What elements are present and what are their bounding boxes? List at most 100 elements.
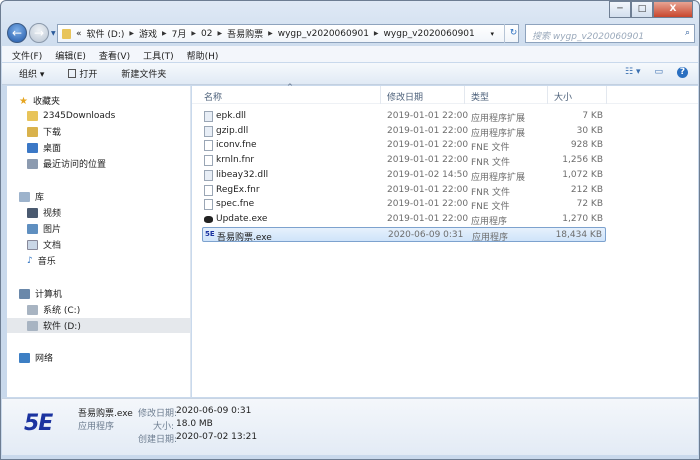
column-size[interactable]: 大小 — [554, 90, 572, 103]
details-created: 2020-07-02 13:21 — [176, 432, 258, 442]
nav-favorites[interactable]: ★ 收藏夹 — [19, 93, 60, 108]
help-button[interactable]: ? — [677, 67, 688, 78]
details-size-label: 大小: — [153, 422, 175, 432]
file-size: 1,072 KB — [562, 169, 603, 180]
file-list: 名称 ^ 修改日期 类型 大小 epk.dll 2019-01-01 22:00 应… — [192, 83, 698, 397]
new-folder-button[interactable]: 新建文件夹 — [121, 67, 166, 80]
file-name: libeay32.dll — [216, 169, 269, 180]
menu-edit[interactable]: 编辑(E) — [55, 49, 86, 62]
update-app-icon — [204, 215, 213, 223]
file-date: 2019-01-01 22:00 — [387, 125, 469, 136]
nav-item-videos[interactable]: 视频 — [27, 205, 61, 220]
open-icon — [68, 69, 77, 78]
file-row[interactable]: 5E 吾易购票.exe 2020-06-09 0:31 应用程序 18,434 KB — [202, 226, 606, 243]
file-name: gzip.dll — [216, 125, 249, 136]
column-type[interactable]: 类型 — [471, 90, 489, 103]
file-name: krnln.fnr — [216, 155, 255, 166]
nav-libraries[interactable]: 库 — [19, 189, 44, 204]
app-logo-icon: 5E — [24, 411, 53, 436]
forward-button[interactable]: → — [29, 23, 49, 43]
details-created-label: 创建日期: — [138, 435, 178, 445]
maximize-button[interactable]: □ — [631, 1, 653, 18]
column-name[interactable]: 名称 — [204, 90, 222, 103]
network-icon — [19, 352, 30, 363]
menu-help[interactable]: 帮助(H) — [187, 49, 219, 62]
file-row[interactable]: epk.dll 2019-01-01 22:00 应用程序扩展 7 KB — [202, 109, 606, 124]
nav-item-music[interactable]: ♪ 音乐 — [27, 253, 56, 268]
menu-view[interactable]: 查看(V) — [99, 49, 130, 62]
file-row[interactable]: Update.exe 2019-01-01 22:00 应用程序 1,270 KB — [202, 212, 606, 227]
menu-tools[interactable]: 工具(T) — [143, 49, 174, 62]
menu-file[interactable]: 文件(F) — [12, 49, 42, 62]
music-icon: ♪ — [27, 255, 33, 266]
back-button[interactable]: ← — [7, 23, 27, 43]
nav-label: 视频 — [43, 209, 62, 219]
chevron-right-icon[interactable]: ▶ — [191, 30, 196, 37]
minimize-button[interactable]: ─ — [609, 1, 631, 18]
change-view-button[interactable]: ☷ ▾ — [625, 67, 640, 78]
nav-item-documents[interactable]: 文档 — [27, 237, 61, 252]
star-icon: ★ — [19, 95, 28, 107]
file-name: RegEx.fnr — [216, 184, 260, 195]
file-row[interactable]: krnln.fnr 2019-01-01 22:00 FNR 文件 1,256 KB — [202, 153, 606, 168]
file-row[interactable]: gzip.dll 2019-01-01 22:00 应用程序扩展 30 KB — [202, 124, 606, 139]
address-bar[interactable]: « 软件 (D:) ▶ 游戏 ▶ 7月 ▶ 02 ▶ 吾易购票 ▶ wygp_v20200… — [57, 24, 519, 43]
nav-item-downloads[interactable]: 下载 — [27, 124, 61, 139]
breadcrumb-4[interactable]: 吾易购票 — [227, 27, 263, 40]
file-date: 2019-01-01 22:00 — [387, 155, 469, 166]
details-size: 18.0 MB — [176, 419, 213, 429]
recent-pages-dropdown[interactable]: ▼ — [51, 30, 56, 37]
folder-icon — [27, 110, 38, 121]
file-size: 72 KB — [576, 199, 603, 210]
file-size: 1,270 KB — [562, 213, 603, 224]
recent-places-icon — [27, 158, 38, 169]
computer-icon — [19, 288, 30, 299]
organize-button[interactable]: 组织 ▾ — [19, 67, 44, 80]
breadcrumb-2[interactable]: 7月 — [172, 27, 187, 40]
nav-item-drive-c[interactable]: 系统 (C:) — [27, 302, 80, 317]
documents-icon — [27, 239, 38, 250]
breadcrumb-1[interactable]: 游戏 — [139, 27, 157, 40]
sort-arrow-icon: ^ — [287, 83, 293, 91]
nav-item-desktop[interactable]: 桌面 — [27, 140, 61, 155]
file-type: 应用程序扩展 — [471, 172, 526, 183]
refresh-button[interactable]: ↻ — [504, 24, 522, 43]
dll-file-icon — [204, 125, 213, 137]
file-row[interactable]: libeay32.dll 2019-01-02 14:50 应用程序扩展 1,072 … — [202, 168, 606, 183]
breadcrumb-3[interactable]: 02 — [201, 29, 212, 39]
file-date: 2019-01-01 22:00 — [387, 184, 469, 195]
nav-item-2345downloads[interactable]: 2345Downloads — [27, 108, 115, 123]
nav-computer[interactable]: 计算机 — [19, 286, 62, 301]
chevron-right-icon[interactable]: ▶ — [129, 30, 134, 37]
nav-label: 计算机 — [35, 290, 63, 300]
nav-label: 收藏夹 — [32, 97, 60, 107]
file-name: iconv.fne — [216, 140, 257, 151]
chevron-right-icon[interactable]: ▶ — [374, 30, 379, 37]
breadcrumb-5[interactable]: wygp_v2020060901 — [278, 29, 369, 39]
search-input[interactable]: 搜索 wygp_v2020060901 ⌕ — [525, 24, 695, 43]
close-button[interactable]: X — [653, 1, 693, 18]
menu-bar: 文件(F) 编辑(E) 查看(V) 工具(T) 帮助(H) — [2, 46, 698, 62]
column-date[interactable]: 修改日期 — [387, 90, 423, 103]
nav-item-pictures[interactable]: 图片 — [27, 221, 61, 236]
chevron-right-icon[interactable]: ▶ — [162, 30, 167, 37]
search-icon[interactable]: ⌕ — [685, 28, 690, 38]
breadcrumb-0[interactable]: 软件 (D:) — [87, 27, 125, 40]
file-row[interactable]: RegEx.fnr 2019-01-01 22:00 FNR 文件 212 KB — [202, 183, 606, 198]
file-row[interactable]: spec.fne 2019-01-01 22:00 FNE 文件 72 KB — [202, 197, 606, 212]
nav-network[interactable]: 网络 — [19, 350, 53, 365]
address-dropdown[interactable]: ▾ — [490, 30, 494, 38]
file-type: FNE 文件 — [471, 143, 510, 154]
file-size: 212 KB — [570, 184, 603, 195]
breadcrumb-6[interactable]: wygp_v2020060901 — [384, 29, 475, 39]
nav-item-drive-d[interactable]: 软件 (D:) — [7, 318, 190, 333]
preview-pane-button[interactable]: ▭ — [654, 67, 663, 78]
chevron-right-icon[interactable]: ▶ — [268, 30, 273, 37]
file-size: 18,434 KB — [555, 229, 602, 240]
nav-label: 系统 (C:) — [43, 306, 81, 316]
chevron-right-icon[interactable]: ▶ — [217, 30, 222, 37]
file-row[interactable]: iconv.fne 2019-01-01 22:00 FNE 文件 928 KB — [202, 138, 606, 153]
open-button[interactable]: 打开 — [68, 67, 97, 80]
nav-item-recent[interactable]: 最近访问的位置 — [27, 156, 106, 171]
breadcrumb-overflow[interactable]: « — [76, 29, 82, 39]
